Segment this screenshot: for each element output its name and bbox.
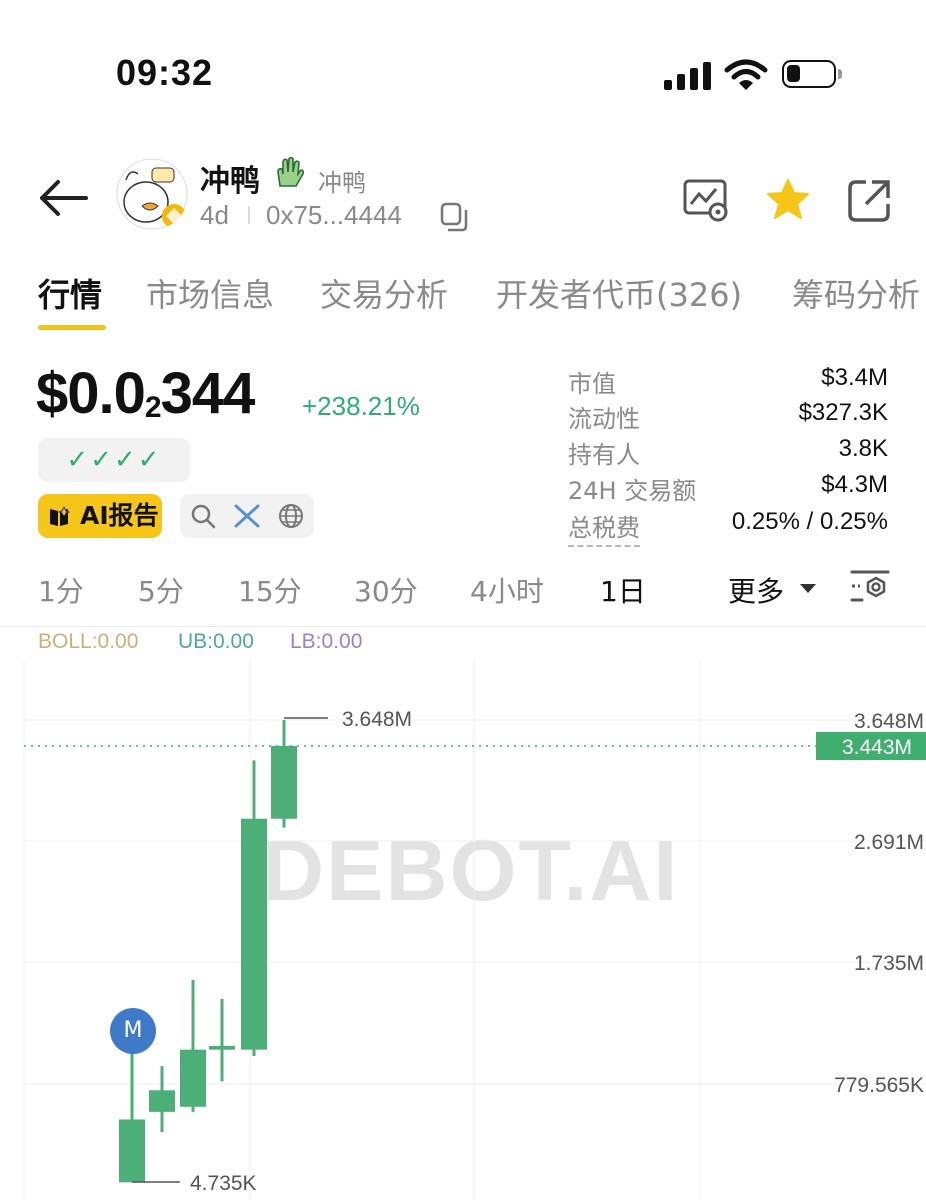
favorite-star-icon[interactable] — [764, 176, 812, 224]
hand-icon — [277, 156, 305, 187]
candle-body — [149, 1090, 175, 1112]
interval-15m[interactable]: 15分 — [238, 570, 302, 610]
interval-5m[interactable]: 5分 — [138, 570, 184, 610]
migration-marker[interactable]: M — [110, 1008, 156, 1054]
stat-value-holders: 3.8K — [838, 435, 888, 462]
security-checks[interactable]: ✓✓✓✓ — [38, 438, 190, 482]
search-icon[interactable] — [190, 503, 216, 529]
low-label: 4.735K — [190, 1172, 257, 1195]
contract-address: 0x75...4444 — [266, 200, 402, 230]
globe-icon[interactable] — [278, 503, 304, 529]
stat-label-market-cap: 市值 — [568, 370, 616, 398]
token-price: $0.02344 — [36, 361, 255, 426]
watch-chart-icon[interactable] — [682, 176, 730, 224]
interval-30m[interactable]: 30分 — [354, 570, 418, 610]
duck-avatar-icon — [116, 158, 188, 230]
x-twitter-icon[interactable] — [234, 504, 260, 528]
battery-icon — [782, 60, 836, 88]
tab-trade-analysis[interactable]: 交易分析 — [320, 270, 448, 316]
interval-1m[interactable]: 1分 — [38, 570, 84, 610]
indicator-ub: UB:0.00 — [178, 630, 254, 653]
active-tab-indicator — [38, 325, 106, 330]
candle-body — [209, 1045, 235, 1050]
chevron-down-icon — [800, 584, 816, 593]
y-axis-label: 1.735M — [854, 952, 924, 975]
wifi-icon — [724, 59, 768, 90]
stat-label-volume: 24H 交易额 — [568, 477, 697, 505]
indicator-lb: LB:0.00 — [290, 630, 363, 653]
token-name: 冲鸭 — [200, 164, 260, 199]
stat-value-liquidity: $327.3K — [798, 399, 888, 426]
tab-market[interactable]: 行情 — [38, 270, 102, 316]
battery-tip — [838, 69, 842, 79]
cellular-signal-icon — [664, 60, 712, 90]
current-price-label: 3.443M — [842, 736, 912, 759]
separator — [0, 626, 926, 627]
candle-body — [119, 1119, 145, 1183]
tab-developer-tokens[interactable]: 开发者代币(326) — [496, 270, 742, 316]
stat-label-tax[interactable]: 总税费 — [568, 508, 640, 547]
token-avatar — [116, 158, 188, 230]
candle-body — [271, 746, 297, 819]
stat-value-volume: $4.3M — [821, 471, 888, 498]
y-axis-label: 3.648M — [854, 710, 924, 733]
y-axis-label: 2.691M — [854, 831, 924, 854]
stat-value-tax: 0.25% / 0.25% — [731, 508, 888, 535]
interval-1d[interactable]: 1日 — [600, 570, 646, 610]
share-icon[interactable] — [846, 176, 894, 224]
stat-label-holders: 持有人 — [568, 441, 640, 469]
candle-body — [180, 1049, 206, 1107]
chart-settings-icon[interactable] — [850, 568, 890, 604]
status-time: 09:32 — [116, 52, 214, 93]
candlestick-chart[interactable]: 3.648M 2.691M 1.735M 779.565K 3.443M 3.648M 4.… — [0, 660, 926, 1200]
copy-icon[interactable] — [440, 202, 468, 232]
tab-market-info[interactable]: 市场信息 — [146, 270, 274, 316]
candle-body — [241, 818, 267, 1050]
social-links — [180, 494, 314, 538]
stat-value-market-cap: $3.4M — [821, 364, 888, 391]
indicator-boll: BOLL:0.00 — [38, 630, 139, 653]
book-icon — [50, 506, 70, 526]
interval-4h[interactable]: 4小时 — [470, 570, 544, 610]
price-change: +238.21% — [302, 391, 420, 421]
more-intervals-button[interactable]: 更多 — [728, 570, 784, 610]
stat-label-liquidity: 流动性 — [568, 405, 640, 433]
tab-holder-analysis[interactable]: 筹码分析 — [792, 270, 920, 316]
token-age: 4d — [200, 200, 229, 230]
y-axis-label: 779.565K — [834, 1074, 924, 1097]
token-subname: 冲鸭 — [318, 169, 366, 197]
divider — [248, 206, 250, 224]
high-label: 3.648M — [342, 708, 412, 731]
back-arrow-icon[interactable] — [38, 176, 90, 220]
